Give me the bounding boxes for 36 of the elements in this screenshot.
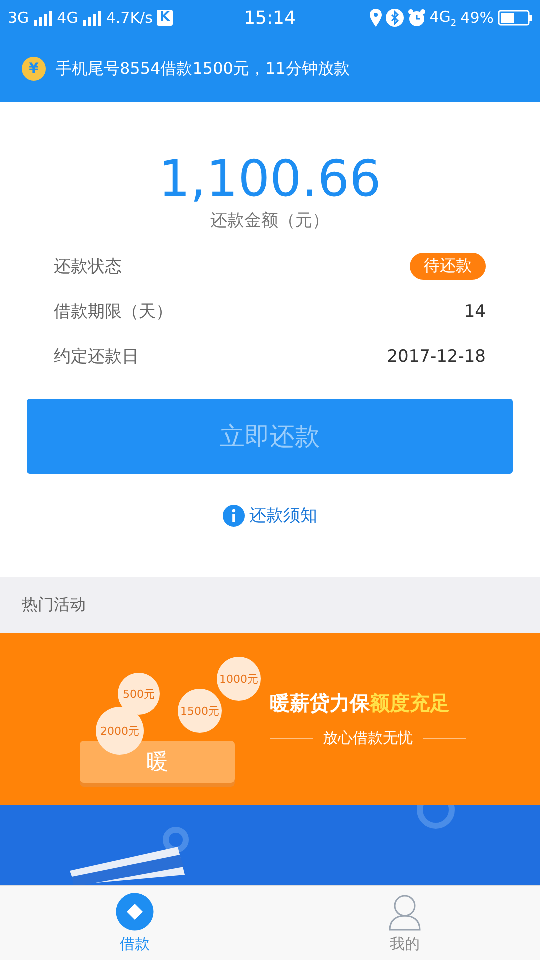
repayment-amount: 1,100.66: [158, 152, 382, 207]
speech-bubble: 1500元: [178, 689, 222, 733]
battery-level: 49%: [460, 9, 494, 27]
coin-icon: [116, 892, 154, 930]
network-label: 4G: [57, 9, 78, 27]
amount-label: 还款金额（元）: [210, 210, 330, 232]
speech-bubble: 1000元: [217, 657, 261, 701]
network-label: 3G: [8, 9, 30, 27]
app-badge-icon: K: [156, 10, 173, 26]
network-label: 4G$_{2}$: [430, 8, 457, 28]
signal-icon: [82, 10, 102, 26]
alarm-icon: [408, 9, 426, 27]
field-value: 14: [464, 302, 486, 322]
section-title: 热门活动: [21, 594, 87, 616]
field-label: 借款期限（天）: [54, 301, 173, 323]
speech-bubble: 500元: [118, 673, 160, 715]
field-label: 还款状态: [54, 256, 122, 278]
info-icon: [222, 504, 244, 526]
tab[interactable]: 借款: [0, 886, 270, 960]
clock-time: 15:14: [244, 8, 296, 28]
status-badge: 待还款: [410, 253, 486, 280]
yen-icon: ¥: [22, 57, 46, 81]
battery-icon: [498, 10, 532, 26]
banner-headline: 暖薪贷力保: [270, 690, 370, 717]
promo-banner[interactable]: 500元 1000元 1500元 2000元 暖 暖薪贷力保额度充足 放心借款无忧: [0, 633, 540, 805]
banner-subtitle: 放心借款无忧: [323, 729, 413, 748]
banner-highlight: 额度充足: [370, 690, 450, 717]
signal-icon: [33, 10, 54, 26]
field-label: 约定还款日: [54, 346, 139, 368]
notice-text: 手机尾号8554借款1500元，11分钟放款: [56, 58, 350, 80]
network-speed: 4.7K/s: [106, 9, 153, 27]
notice-link[interactable]: 还款须知: [250, 504, 318, 527]
bluetooth-icon: [386, 9, 404, 27]
location-icon: [370, 9, 382, 27]
field-value: 2017-12-18: [387, 346, 486, 366]
tab[interactable]: 我的: [270, 886, 540, 960]
